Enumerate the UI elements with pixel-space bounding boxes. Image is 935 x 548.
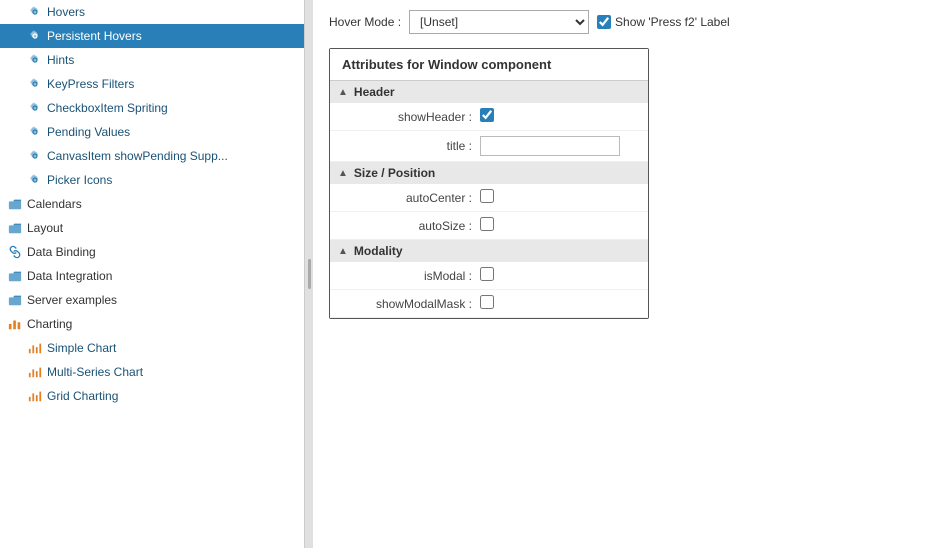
attr-value-isModal bbox=[480, 267, 636, 284]
attr-label-autoSize: autoSize : bbox=[342, 219, 472, 233]
attr-row-showHeader: showHeader : bbox=[330, 103, 648, 131]
attributes-panel: Attributes for Window component ▲ Header… bbox=[329, 48, 649, 319]
pending-values-icon bbox=[28, 125, 42, 139]
attr-value-showHeader bbox=[480, 108, 636, 125]
sidebar-item-keypress-filters[interactable]: KeyPress Filters bbox=[0, 72, 304, 96]
attr-row-autoSize: autoSize : bbox=[330, 212, 648, 240]
persistent-hovers-label: Persistent Hovers bbox=[47, 29, 142, 43]
attr-row-title: title : bbox=[330, 131, 648, 162]
sidebar-item-grid-charting[interactable]: Grid Charting bbox=[0, 384, 304, 408]
keypress-filters-label: KeyPress Filters bbox=[47, 77, 134, 91]
attr-row-autoCenter: autoCenter : bbox=[330, 184, 648, 212]
attr-checkbox-showHeader[interactable] bbox=[480, 108, 494, 122]
pending-values-label: Pending Values bbox=[47, 125, 130, 139]
data-binding-icon bbox=[8, 245, 22, 259]
show-press-f2-checkbox[interactable] bbox=[597, 15, 611, 29]
layout-label: Layout bbox=[27, 221, 63, 235]
simple-chart-icon bbox=[28, 341, 42, 355]
persistent-hovers-icon bbox=[28, 29, 42, 43]
sidebar-item-data-integration[interactable]: Data Integration bbox=[0, 264, 304, 288]
sidebar: Hovers Persistent Hovers Hints KeyPress … bbox=[0, 0, 305, 548]
hovers-label: Hovers bbox=[47, 5, 85, 19]
attr-row-isModal: isModal : bbox=[330, 262, 648, 290]
attr-value-showModalMask bbox=[480, 295, 636, 312]
sidebar-item-checkboxitem-spriting[interactable]: CheckboxItem Spriting bbox=[0, 96, 304, 120]
attr-checkbox-autoCenter[interactable] bbox=[480, 189, 494, 203]
attr-label-showHeader: showHeader : bbox=[342, 110, 472, 124]
sidebar-item-canvasitem-showpending[interactable]: CanvasItem showPending Supp... bbox=[0, 144, 304, 168]
sidebar-item-layout[interactable]: Layout bbox=[0, 216, 304, 240]
attr-checkbox-autoSize[interactable] bbox=[480, 217, 494, 231]
calendars-label: Calendars bbox=[27, 197, 82, 211]
grid-charting-label: Grid Charting bbox=[47, 389, 118, 403]
attr-value-title bbox=[480, 136, 636, 156]
sidebar-item-picker-icons[interactable]: Picker Icons bbox=[0, 168, 304, 192]
canvasitem-showpending-icon bbox=[28, 149, 42, 163]
calendars-icon bbox=[8, 197, 22, 211]
show-press-f2-text: Show 'Press f2' Label bbox=[615, 15, 730, 29]
attr-value-autoCenter bbox=[480, 189, 636, 206]
collapse-icon-header: ▲ bbox=[338, 87, 348, 98]
section-label-modality: Modality bbox=[354, 244, 403, 258]
attr-input-title[interactable] bbox=[480, 136, 620, 156]
keypress-filters-icon bbox=[28, 77, 42, 91]
sidebar-item-hovers[interactable]: Hovers bbox=[0, 0, 304, 24]
attr-label-title: title : bbox=[342, 139, 472, 153]
top-bar: Hover Mode : [Unset] Show 'Press f2' Lab… bbox=[329, 10, 919, 34]
attr-label-autoCenter: autoCenter : bbox=[342, 191, 472, 205]
collapse-icon-modality: ▲ bbox=[338, 246, 348, 257]
attr-checkbox-showModalMask[interactable] bbox=[480, 295, 494, 309]
multi-series-chart-icon bbox=[28, 365, 42, 379]
layout-icon bbox=[8, 221, 22, 235]
canvasitem-showpending-label: CanvasItem showPending Supp... bbox=[47, 149, 228, 163]
attributes-panel-title: Attributes for Window component bbox=[330, 49, 648, 81]
checkboxitem-spriting-label: CheckboxItem Spriting bbox=[47, 101, 168, 115]
data-integration-icon bbox=[8, 269, 22, 283]
sidebar-item-persistent-hovers[interactable]: Persistent Hovers bbox=[0, 24, 304, 48]
collapse-icon-size-position: ▲ bbox=[338, 168, 348, 179]
section-header-modality[interactable]: ▲ Modality bbox=[330, 240, 648, 262]
simple-chart-label: Simple Chart bbox=[47, 341, 116, 355]
sidebar-item-data-binding[interactable]: Data Binding bbox=[0, 240, 304, 264]
sidebar-item-pending-values[interactable]: Pending Values bbox=[0, 120, 304, 144]
sidebar-item-hints[interactable]: Hints bbox=[0, 48, 304, 72]
hints-icon bbox=[28, 53, 42, 67]
sidebar-item-simple-chart[interactable]: Simple Chart bbox=[0, 336, 304, 360]
data-integration-label: Data Integration bbox=[27, 269, 112, 283]
hovers-icon bbox=[28, 5, 42, 19]
section-label-size-position: Size / Position bbox=[354, 166, 435, 180]
multi-series-chart-label: Multi-Series Chart bbox=[47, 365, 143, 379]
data-binding-label: Data Binding bbox=[27, 245, 96, 259]
picker-icons-label: Picker Icons bbox=[47, 173, 112, 187]
attr-row-showModalMask: showModalMask : bbox=[330, 290, 648, 318]
sidebar-item-charting[interactable]: Charting bbox=[0, 312, 304, 336]
show-press-f2-label[interactable]: Show 'Press f2' Label bbox=[597, 15, 730, 29]
attr-label-showModalMask: showModalMask : bbox=[342, 297, 472, 311]
server-examples-icon bbox=[8, 293, 22, 307]
hover-mode-label: Hover Mode : bbox=[329, 15, 401, 29]
picker-icons-icon bbox=[28, 173, 42, 187]
charting-icon bbox=[8, 317, 22, 331]
sidebar-item-server-examples[interactable]: Server examples bbox=[0, 288, 304, 312]
section-header-size-position[interactable]: ▲ Size / Position bbox=[330, 162, 648, 184]
main-content: Hover Mode : [Unset] Show 'Press f2' Lab… bbox=[313, 0, 935, 548]
sidebar-item-multi-series-chart[interactable]: Multi-Series Chart bbox=[0, 360, 304, 384]
section-header-header[interactable]: ▲ Header bbox=[330, 81, 648, 103]
attr-label-isModal: isModal : bbox=[342, 269, 472, 283]
grid-charting-icon bbox=[28, 389, 42, 403]
hover-mode-select[interactable]: [Unset] bbox=[409, 10, 589, 34]
hints-label: Hints bbox=[47, 53, 74, 67]
sidebar-item-calendars[interactable]: Calendars bbox=[0, 192, 304, 216]
checkboxitem-spriting-icon bbox=[28, 101, 42, 115]
attr-value-autoSize bbox=[480, 217, 636, 234]
section-label-header: Header bbox=[354, 85, 395, 99]
server-examples-label: Server examples bbox=[27, 293, 117, 307]
attr-checkbox-isModal[interactable] bbox=[480, 267, 494, 281]
charting-label: Charting bbox=[27, 317, 72, 331]
drag-handle[interactable] bbox=[305, 0, 313, 548]
